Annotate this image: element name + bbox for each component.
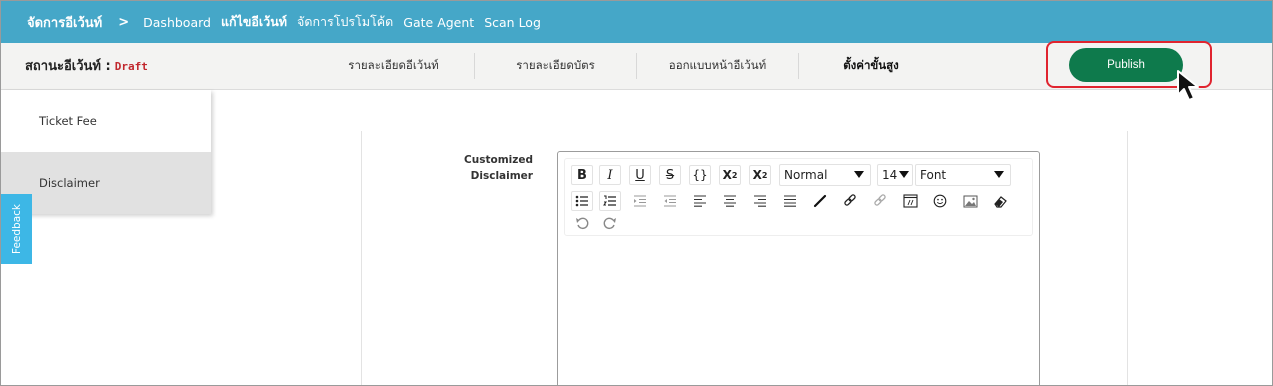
publish-button[interactable]: Publish bbox=[1069, 48, 1183, 82]
indent-icon[interactable] bbox=[629, 191, 651, 211]
strikethrough-icon[interactable]: S bbox=[659, 165, 681, 185]
undo-icon[interactable] bbox=[571, 213, 593, 233]
chevron-down-icon bbox=[899, 171, 909, 178]
eraser-icon[interactable] bbox=[989, 191, 1011, 211]
font-size-select-value: 14 bbox=[882, 168, 898, 182]
code-view-icon[interactable] bbox=[899, 191, 921, 211]
settings-side-menu: Ticket Fee Disclaimer bbox=[1, 90, 211, 214]
nav-brand[interactable]: จัดการอีเว้นท์ bbox=[27, 12, 102, 33]
font-family-select[interactable]: Font bbox=[915, 164, 1011, 186]
status-badge: Draft bbox=[114, 60, 148, 73]
nav-link-dashboard[interactable]: Dashboard bbox=[143, 15, 211, 30]
top-nav: จัดการอีเว้นท์ > Dashboard แก้ไขอีเว้นท์… bbox=[1, 1, 1272, 43]
editor-toolbar: B I U S {} X2 X2 Normal 14 Font bbox=[564, 158, 1033, 236]
emoji-icon[interactable] bbox=[929, 191, 951, 211]
outdent-icon[interactable] bbox=[659, 191, 681, 211]
rich-text-editor[interactable]: B I U S {} X2 X2 Normal 14 Font bbox=[557, 151, 1040, 385]
font-size-select[interactable]: 14 bbox=[877, 164, 913, 186]
bullet-list-icon[interactable] bbox=[571, 191, 593, 211]
nav-link-scan-log[interactable]: Scan Log bbox=[484, 15, 541, 30]
bold-icon[interactable]: B bbox=[571, 165, 593, 185]
redo-icon[interactable] bbox=[599, 213, 621, 233]
side-menu-item-ticket-fee[interactable]: Ticket Fee bbox=[1, 90, 211, 152]
link-icon[interactable] bbox=[839, 191, 861, 211]
font-family-select-value: Font bbox=[920, 168, 947, 182]
color-picker-icon[interactable] bbox=[809, 191, 831, 211]
feedback-tab[interactable]: Feedback bbox=[1, 194, 32, 264]
superscript-icon[interactable]: X2 bbox=[719, 165, 741, 185]
subscript-icon[interactable]: X2 bbox=[749, 165, 771, 185]
format-select[interactable]: Normal bbox=[779, 164, 871, 186]
align-center-icon[interactable] bbox=[719, 191, 741, 211]
nav-link-promo-codes[interactable]: จัดการโปรโมโค้ด bbox=[297, 12, 393, 32]
disclaimer-field-label: Customized Disclaimer bbox=[449, 152, 533, 184]
numbered-list-icon[interactable] bbox=[599, 191, 621, 211]
nav-link-edit-event[interactable]: แก้ไขอีเว้นท์ bbox=[221, 12, 287, 32]
event-status-label: สถานะอีเว้นท์ : bbox=[25, 59, 111, 74]
align-right-icon[interactable] bbox=[749, 191, 771, 211]
italic-icon[interactable]: I bbox=[599, 165, 621, 185]
app-window: จัดการอีเว้นท์ > Dashboard แก้ไขอีเว้นท์… bbox=[0, 0, 1273, 386]
code-icon[interactable]: {} bbox=[689, 165, 711, 185]
tab-event-page-design[interactable]: ออกแบบหน้าอีเว้นท์ bbox=[637, 53, 799, 79]
disclaimer-label-line1: Customized bbox=[464, 154, 533, 166]
event-tabs: รายละเอียดอีเว้นท์ รายละเอียดบัตร ออกแบบ… bbox=[313, 53, 943, 79]
underline-icon[interactable]: U bbox=[629, 165, 651, 185]
nav-link-gate-agent[interactable]: Gate Agent bbox=[403, 15, 474, 30]
tab-advanced-settings[interactable]: ตั้งค่าขั้นสูง bbox=[799, 53, 943, 79]
mouse-pointer-icon bbox=[1177, 70, 1199, 101]
tab-event-details[interactable]: รายละเอียดอีเว้นท์ bbox=[313, 53, 475, 79]
image-icon[interactable] bbox=[959, 191, 981, 211]
align-justify-icon[interactable] bbox=[779, 191, 801, 211]
feedback-label: Feedback bbox=[10, 203, 23, 255]
unlink-icon[interactable] bbox=[869, 191, 891, 211]
tab-ticket-details[interactable]: รายละเอียดบัตร bbox=[475, 53, 637, 79]
disclaimer-label-line2: Disclaimer bbox=[470, 170, 533, 182]
align-left-icon[interactable] bbox=[689, 191, 711, 211]
chevron-down-icon bbox=[854, 171, 864, 178]
breadcrumb-chevron-icon: > bbox=[118, 14, 130, 30]
side-menu-item-disclaimer[interactable]: Disclaimer bbox=[1, 152, 211, 214]
chevron-down-icon bbox=[994, 171, 1004, 178]
format-select-value: Normal bbox=[784, 168, 828, 182]
event-status: สถานะอีเว้นท์ : Draft bbox=[25, 55, 148, 76]
